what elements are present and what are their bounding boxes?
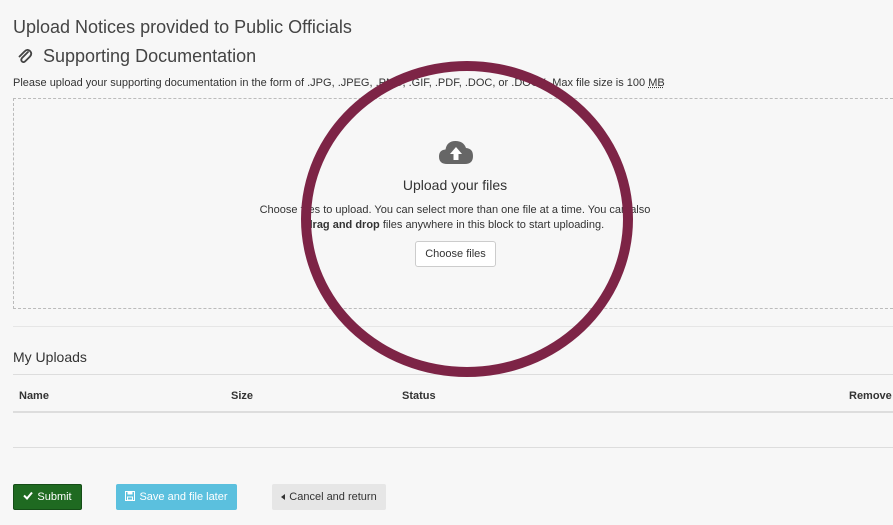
dropzone-title: Upload your files (402, 177, 508, 193)
submit-label: Submit (37, 491, 72, 503)
my-uploads-title: My Uploads (13, 349, 87, 365)
table-bottom-border (13, 447, 893, 448)
save-icon (125, 490, 136, 504)
section-title: Supporting Documentation (17, 46, 256, 67)
dropzone-instructions-line2: drag and drop files anywhere in this blo… (305, 219, 605, 231)
cancel-and-return-button[interactable]: Cancel and return (272, 484, 386, 510)
save-label: Save and file later (139, 491, 228, 503)
paperclip-icon (17, 48, 33, 66)
save-and-file-later-button[interactable]: Save and file later (116, 484, 237, 510)
dropzone-instructions-line1: Choose files to upload. You can select m… (259, 204, 651, 216)
column-header-remove: Remove (849, 390, 892, 402)
column-header-status: Status (402, 390, 436, 402)
section-title-text: Supporting Documentation (43, 46, 257, 66)
submit-button[interactable]: Submit (13, 484, 82, 510)
help-text: Please upload your supporting documentat… (13, 77, 665, 89)
file-size-unit: MB (648, 77, 665, 89)
table-top-border (13, 374, 893, 375)
checkmark-icon (23, 491, 34, 503)
divider (13, 326, 893, 327)
cloud-upload-icon (438, 139, 474, 165)
caret-left-icon (281, 491, 286, 503)
page-title: Upload Notices provided to Public Offici… (13, 17, 352, 37)
column-header-name: Name (19, 390, 49, 402)
choose-files-button[interactable]: Choose files (415, 241, 496, 267)
column-header-size: Size (231, 390, 254, 402)
table-header-border (13, 411, 893, 413)
cancel-label: Cancel and return (289, 491, 377, 503)
drag-and-drop-emphasis: drag and drop (305, 219, 380, 231)
